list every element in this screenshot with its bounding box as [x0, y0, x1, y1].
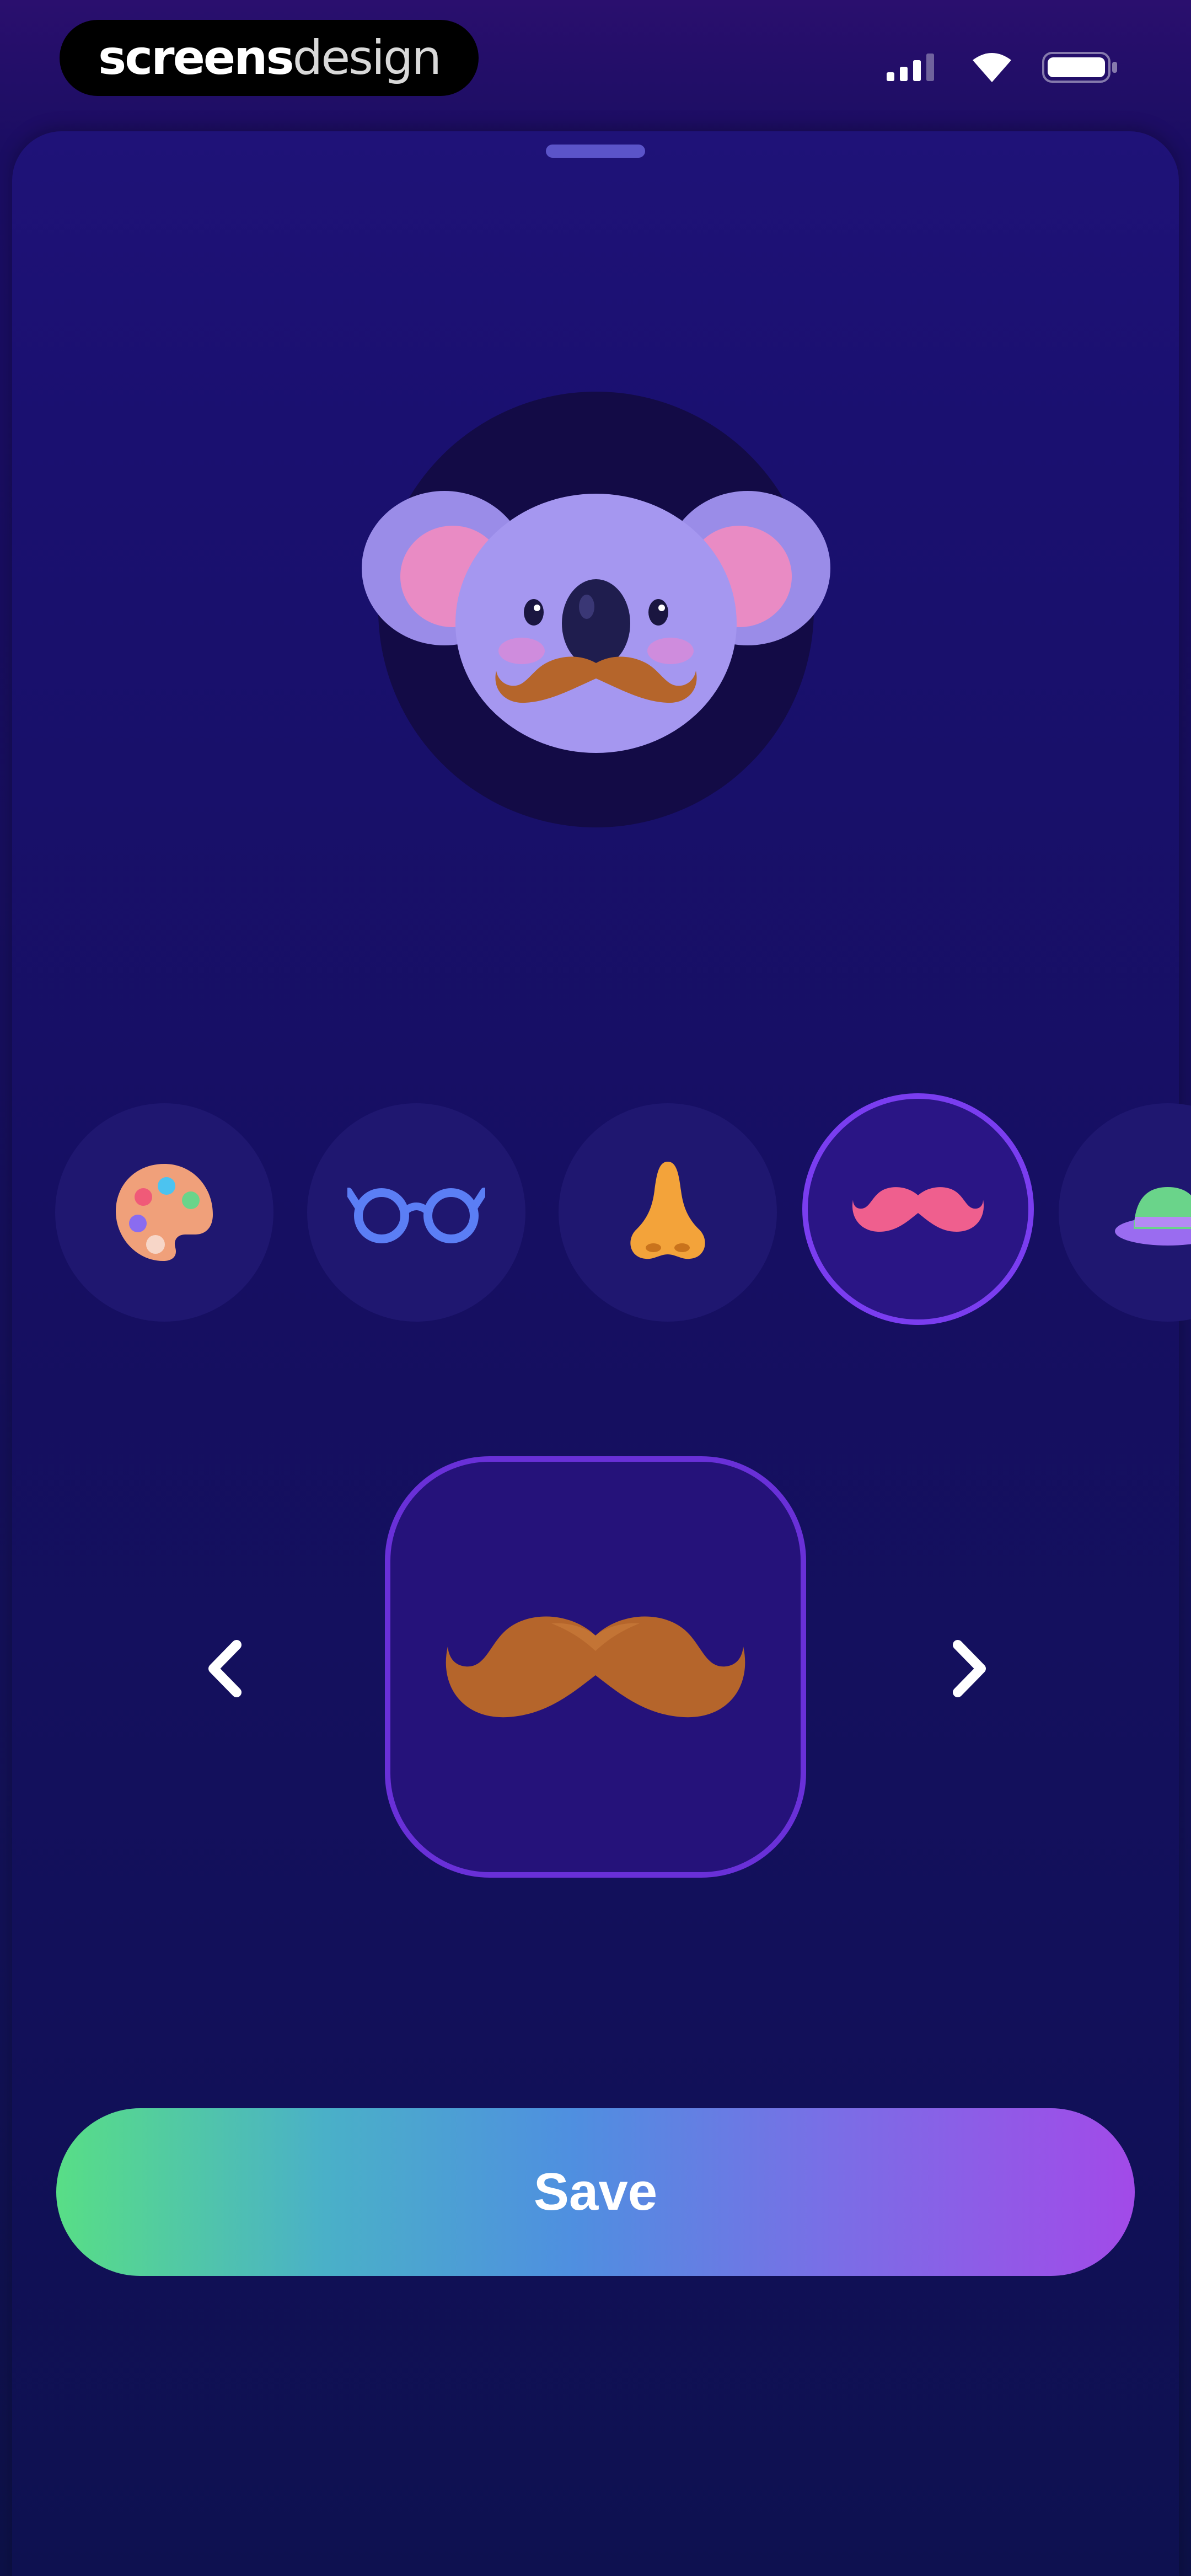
brand-logo: screensdesign — [60, 20, 479, 96]
avatar-preview — [362, 392, 830, 827]
brand-wordmark-light: design — [292, 30, 442, 85]
status-bar: screensdesign — [0, 0, 1191, 127]
wifi-icon — [973, 53, 1011, 82]
battery-icon — [1042, 52, 1117, 83]
mustache-icon — [852, 1187, 984, 1232]
previous-item-button[interactable] — [192, 1633, 258, 1704]
brand-wordmark: screensdesign — [98, 30, 442, 85]
category-mustache[interactable] — [802, 1093, 1034, 1325]
category-nose[interactable] — [559, 1103, 777, 1322]
glasses-icon — [347, 1188, 485, 1243]
category-color[interactable] — [55, 1103, 273, 1322]
palette-icon — [116, 1164, 213, 1261]
avatar-editor-screen: screensdesign Save — [0, 0, 1191, 2576]
koala-avatar-icon — [362, 491, 830, 753]
save-button[interactable]: Save — [56, 2108, 1135, 2276]
mustache-icon — [446, 1616, 745, 1718]
cellular-signal-icon — [887, 54, 934, 81]
category-glasses[interactable] — [307, 1103, 525, 1322]
chevron-right-icon — [953, 1640, 986, 1697]
hat-icon — [1115, 1187, 1191, 1246]
chevron-left-icon — [208, 1640, 242, 1697]
current-item-card[interactable] — [385, 1456, 806, 1878]
nose-icon — [630, 1162, 705, 1259]
sheet-grabber-handle[interactable] — [546, 145, 645, 158]
brand-wordmark-bold: screens — [98, 30, 294, 85]
status-icons — [887, 51, 1119, 84]
next-item-button[interactable] — [936, 1633, 1002, 1704]
save-button-label: Save — [533, 2162, 658, 2221]
